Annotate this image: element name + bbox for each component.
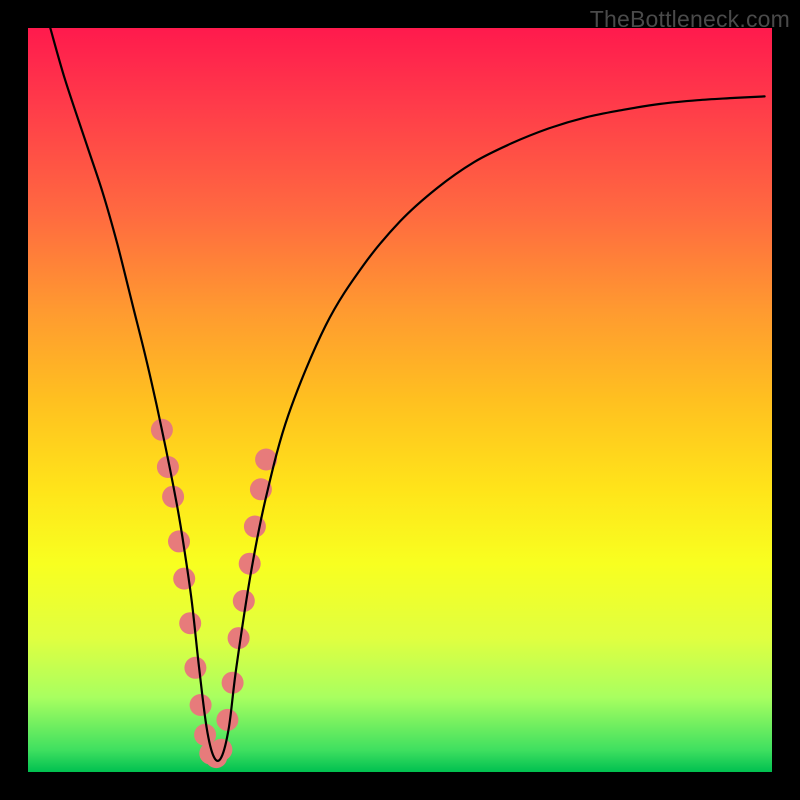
highlight-dot bbox=[184, 657, 206, 679]
plot-area bbox=[28, 28, 772, 772]
highlight-dot bbox=[168, 530, 190, 552]
highlight-dot bbox=[194, 724, 216, 746]
highlight-dot bbox=[233, 590, 255, 612]
chart-frame: TheBottleneck.com bbox=[0, 0, 800, 800]
highlight-dot bbox=[239, 553, 261, 575]
bottleneck-curve bbox=[50, 28, 764, 761]
watermark-text: TheBottleneck.com bbox=[590, 6, 790, 33]
chart-svg bbox=[28, 28, 772, 772]
highlight-dot bbox=[179, 612, 201, 634]
highlight-dot bbox=[216, 709, 238, 731]
highlight-dot bbox=[244, 516, 266, 538]
highlight-dot bbox=[173, 568, 195, 590]
highlight-dot bbox=[190, 694, 212, 716]
